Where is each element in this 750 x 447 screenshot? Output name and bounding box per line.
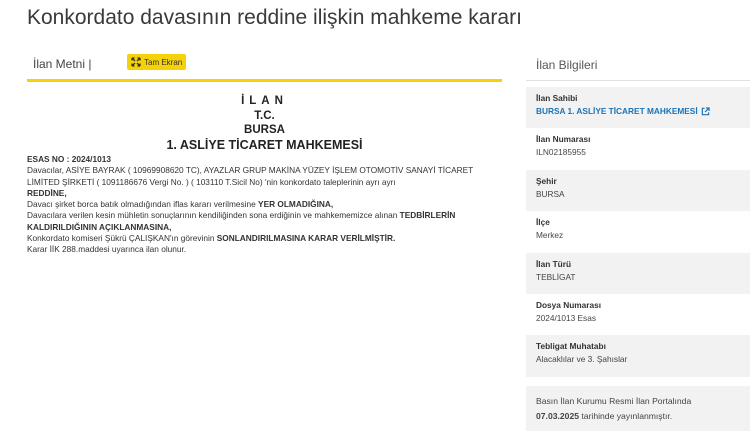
info-row-file-number: Dosya Numarası 2024/1013 Esas <box>536 299 602 323</box>
publication-note: Basın İlan Kurumu Resmi İlan Portalında … <box>526 386 750 431</box>
fullscreen-button[interactable]: Tam Ekran <box>127 54 187 70</box>
notice-heading-court: 1. ASLİYE TİCARET MAHKEMESİ <box>166 137 363 152</box>
owner-link[interactable]: BURSA 1. ASLİYE TİCARET MAHKEMESİ <box>536 106 740 116</box>
notice-esas-no: ESAS NO : 2024/1013 <box>27 154 111 164</box>
notice-text: İLAN T.C. BURSA 1. ASLİYE TİCARET MAHKEM… <box>27 94 502 256</box>
info-row-notice-type: İlan Türü TEBLİGAT <box>526 252 750 294</box>
external-link-icon <box>701 106 710 115</box>
info-row-notice-number: İlan Numarası ILN02185955 <box>536 134 591 158</box>
notice-paragraph-3: Davacılara verilen kesin mühletin sonuçl… <box>27 210 456 232</box>
info-row-owner: İlan Sahibi BURSA 1. ASLİYE TİCARET MAHK… <box>526 87 750 129</box>
notice-paragraph-1: Davacılar, ASİYE BAYRAK ( 10969908620 TC… <box>27 165 474 198</box>
notice-heading-city: BURSA <box>244 124 285 136</box>
info-panel: İlan Sahibi BURSA 1. ASLİYE TİCARET MAHK… <box>526 87 750 377</box>
info-row-district: İlçe Merkez <box>536 217 564 241</box>
expand-icon <box>131 57 141 67</box>
notice-paragraph-4: Konkordato komiseri Şükrü ÇALIŞKAN'ın gö… <box>27 233 396 244</box>
fullscreen-button-label: Tam Ekran <box>144 57 183 67</box>
divider <box>526 80 750 81</box>
notice-heading-tc: T.C. <box>254 109 275 122</box>
notice-paragraph-2: Davacı şirket borca batık olmadığından i… <box>27 199 334 210</box>
notice-heading-ilan: İLAN <box>241 95 288 107</box>
notice-paragraph-5: Karar İİK 288.maddesi uyarınca ilan olun… <box>27 244 187 255</box>
publication-date: 07.03.2025 <box>536 411 580 421</box>
notice-tab-bar: İlan Metni | Tam Ekran <box>27 51 502 82</box>
info-panel-title: İlan Bilgileri <box>536 58 598 72</box>
page-title: Konkordato davasının reddine ilişkin mah… <box>27 6 522 29</box>
info-row-city: Şehir BURSA <box>526 169 750 212</box>
info-row-recipient: Tebligat Muhatabı Alacaklılar ve 3. Şahı… <box>526 335 750 377</box>
tab-notice-text[interactable]: İlan Metni | <box>33 57 91 71</box>
